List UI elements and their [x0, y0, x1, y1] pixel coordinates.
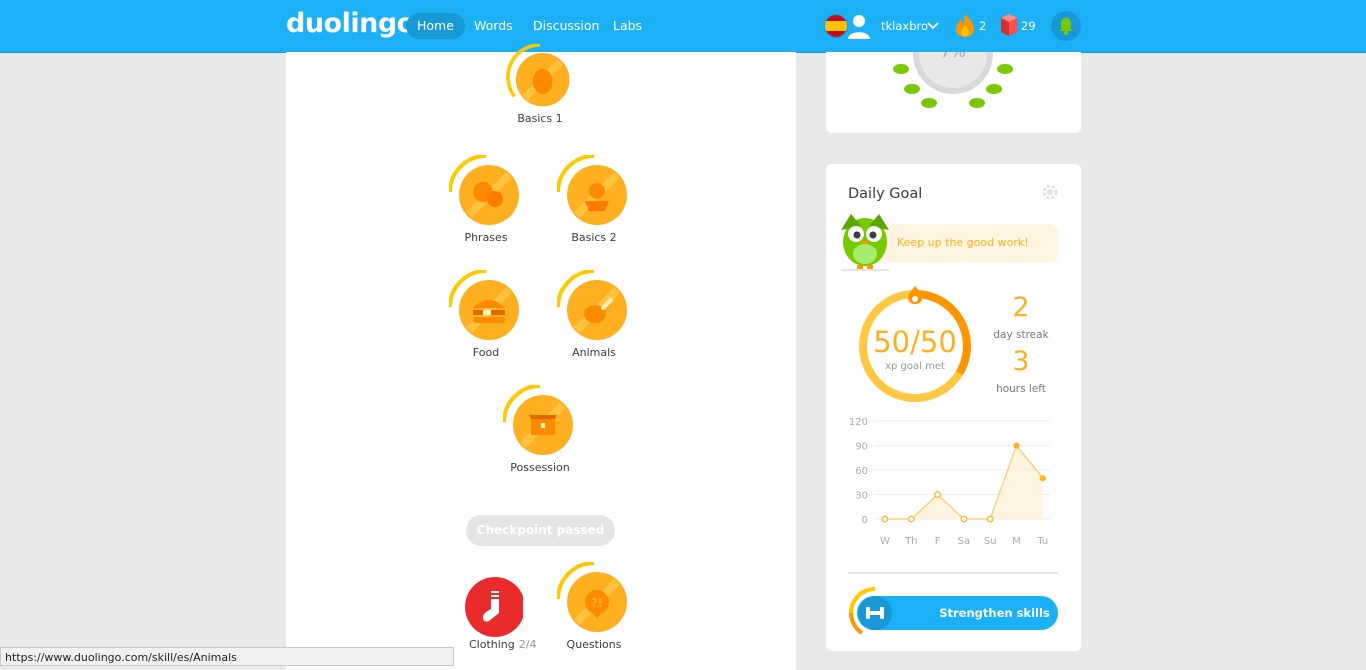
- chart-x-tick-label: Su: [984, 536, 997, 547]
- skill-phrases-label: Phrases: [464, 231, 508, 244]
- burger-icon: [449, 270, 519, 340]
- weekly-xp-chart: 0 30 60 90 120 W Th F Sa Su M Tu: [849, 417, 1050, 547]
- chart-point: [960, 515, 968, 523]
- hours-left-value: 3: [1012, 346, 1030, 377]
- chart-point: [1013, 442, 1020, 449]
- nav-words[interactable]: Words: [463, 13, 524, 39]
- skill-food[interactable]: Food: [441, 270, 531, 359]
- box-icon: [503, 385, 573, 455]
- notifications-button[interactable]: [1051, 11, 1081, 41]
- chart-y-tick-label: 30: [855, 491, 868, 502]
- browser-status-bar: https://www.duolingo.com/skill/es/Animal…: [0, 647, 454, 666]
- day-streak-label: day streak: [993, 329, 1049, 341]
- progress-percent: 7%: [940, 52, 965, 61]
- encouragement-text: Keep up the good work!: [897, 236, 1029, 249]
- top-navbar: duolingo Home Words Discussion Labs tkla…: [0, 0, 1366, 53]
- streak-flame-icon[interactable]: [955, 13, 975, 38]
- chart-x-tick-label: Th: [904, 536, 917, 547]
- skill-food-label: Food: [472, 346, 500, 359]
- skill-clothing[interactable]: Clothing 2/4: [441, 573, 537, 651]
- chart-x-tick-label: F: [935, 536, 941, 547]
- chart-x-tick-label: W: [880, 536, 890, 547]
- skill-clothing-label: Clothing 2/4: [469, 638, 537, 651]
- gem-count: 29: [1021, 19, 1036, 33]
- skill-questions-label: Questions: [566, 638, 622, 651]
- skill-phrases[interactable]: Phrases: [441, 155, 531, 244]
- chick-icon: [557, 155, 627, 225]
- progress-card: 7%: [826, 52, 1081, 133]
- skill-animals[interactable]: Animals: [549, 270, 639, 359]
- skill-basics-1[interactable]: Basics 1: [495, 44, 585, 125]
- duo-owl-icon: [841, 214, 889, 271]
- nav-home[interactable]: Home: [406, 13, 465, 39]
- skill-questions[interactable]: ?! Questions: [549, 562, 639, 651]
- skill-animals-label: Animals: [572, 346, 616, 359]
- chart-x-tick-label: Tu: [1036, 536, 1048, 547]
- encouragement-bubble: Keep up the good work!: [871, 224, 1058, 262]
- egg-icon: [506, 44, 574, 110]
- gear-icon[interactable]: [1042, 184, 1058, 200]
- chart-point: [881, 515, 889, 523]
- skill-basics-1-label: Basics 1: [517, 112, 563, 125]
- laurel-badge-icon: 7%: [893, 52, 1013, 108]
- nav-discussion[interactable]: Discussion: [522, 13, 610, 39]
- sock-icon: [465, 577, 523, 637]
- dumbbell-icon: [849, 587, 892, 635]
- chart-point: [1039, 475, 1046, 482]
- skill-basics-2-label: Basics 2: [571, 231, 617, 244]
- chart-point: [907, 515, 915, 523]
- chart-y-tick-label: 60: [855, 466, 868, 477]
- chart-area: [885, 445, 1043, 519]
- xp-value: 50/50: [873, 325, 957, 359]
- skill-possession-label: Possession: [510, 461, 570, 474]
- duolingo-logo[interactable]: duolingo: [286, 8, 415, 39]
- skill-tree-panel: Basics 1 Phrases Basics 2 Food Animals P…: [286, 44, 796, 670]
- chart-y-tick-label: 0: [862, 515, 868, 526]
- avatar-icon[interactable]: [847, 13, 871, 39]
- chart-y-tick-label: 90: [855, 442, 868, 453]
- strengthen-skills-label: Strengthen skills: [939, 606, 1050, 620]
- lingot-gem-icon[interactable]: [1000, 13, 1018, 37]
- daily-goal-card: Daily Goal Keep up the good work! 50/50 …: [826, 164, 1081, 651]
- chart-point: [986, 515, 994, 523]
- chart-y-tick-label: 120: [849, 417, 868, 428]
- chart-x-tick-label: M: [1012, 536, 1021, 547]
- skill-clothing-progress: 2/4: [518, 638, 537, 651]
- skill-possession[interactable]: Possession: [495, 385, 585, 474]
- bell-icon: [1059, 18, 1073, 35]
- day-streak-value: 2: [1012, 292, 1030, 323]
- hours-left-label: hours left: [996, 383, 1046, 395]
- checkpoint-passed-button[interactable]: Checkpoint passed: [466, 515, 615, 546]
- xp-caption: xp goal met: [885, 361, 945, 372]
- svg-text:?!: ?!: [591, 596, 603, 610]
- chart-point: [934, 491, 941, 498]
- question-bubble-icon: ?!: [557, 562, 627, 632]
- skill-basics-2[interactable]: Basics 2: [549, 155, 639, 244]
- chevron-down-icon[interactable]: [927, 19, 939, 31]
- chicken-leg-icon: [557, 270, 627, 340]
- divider: [848, 572, 1058, 574]
- daily-goal-title: Daily Goal: [848, 186, 923, 202]
- chart-x-tick-label: Sa: [958, 536, 970, 547]
- nav-labs[interactable]: Labs: [602, 13, 653, 39]
- streak-count: 2: [979, 19, 987, 33]
- spanish-flag-icon[interactable]: [825, 15, 847, 37]
- speech-bubbles-icon: [449, 155, 519, 225]
- username-label[interactable]: tklaxbro: [881, 19, 928, 33]
